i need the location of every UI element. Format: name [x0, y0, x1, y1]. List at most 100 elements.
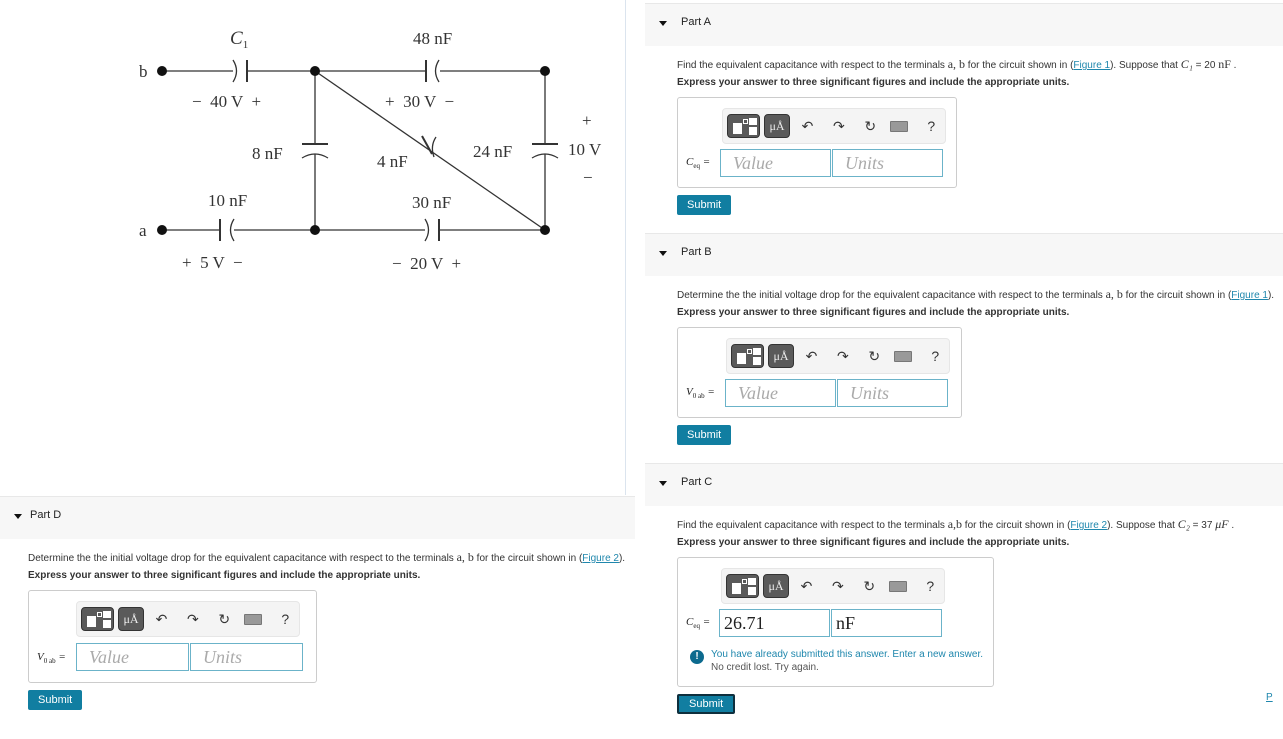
alert-icon: ! — [690, 650, 704, 664]
templates-button[interactable] — [731, 344, 765, 368]
redo-icon[interactable]: ↷ — [829, 348, 856, 365]
ceq-label: Ceq = — [686, 616, 711, 631]
c24-voltage: 10 V — [568, 140, 602, 159]
v0ab-label: V0 ab = — [37, 651, 66, 666]
figure-2-link[interactable]: Figure 2 — [582, 553, 619, 564]
redo-icon[interactable]: ↷ — [825, 118, 852, 135]
undo-icon[interactable]: ↶ — [793, 578, 820, 595]
part-a-header[interactable]: Part A — [645, 3, 1283, 46]
reset-icon[interactable]: ↻ — [857, 118, 884, 135]
c1-voltage: − 40 V + — [192, 92, 261, 111]
units-button[interactable]: μÅ — [763, 574, 789, 598]
ceq-label: Ceq = — [686, 156, 711, 171]
collapse-triangle-icon — [659, 481, 667, 486]
part-d-title: Part D — [30, 509, 62, 521]
value-input[interactable]: Value — [725, 379, 836, 407]
feedback-message: You have already submitted this answer. … — [711, 649, 984, 660]
value-input[interactable]: Value — [76, 643, 189, 671]
help-icon[interactable]: ? — [917, 578, 944, 594]
math-toolbar: μÅ ↶ ↷ ↻ ? — [722, 108, 946, 144]
units-button[interactable]: μÅ — [764, 114, 790, 138]
undo-icon[interactable]: ↶ — [148, 611, 175, 628]
part-b-instruction: Express your answer to three significant… — [677, 307, 1070, 318]
node — [310, 66, 320, 76]
keyboard-icon[interactable] — [893, 350, 912, 362]
c4-label: 4 nF — [377, 152, 408, 171]
value-input[interactable]: 26.71 — [719, 609, 830, 637]
math-toolbar: μÅ ↶ ↷ ↻ ? — [76, 601, 300, 637]
part-b-question: Determine the the initial voltage drop f… — [677, 287, 1275, 301]
node — [540, 225, 550, 235]
figure-1-link[interactable]: Figure 1 — [1231, 290, 1268, 301]
undo-icon[interactable]: ↶ — [798, 348, 825, 365]
part-c-question: Find the equivalent capacitance with res… — [677, 517, 1235, 531]
keyboard-icon[interactable] — [888, 580, 907, 592]
part-b-answer-box: μÅ ↶ ↷ ↻ ? V0 ab = Value Units — [677, 327, 962, 418]
c24-plus: + — [582, 111, 592, 130]
templates-button[interactable] — [81, 607, 115, 631]
part-b-title: Part B — [681, 246, 712, 258]
reset-icon[interactable]: ↻ — [861, 348, 888, 365]
reset-icon[interactable]: ↻ — [211, 611, 238, 628]
units-button[interactable]: μÅ — [768, 344, 794, 368]
math-toolbar: μÅ ↶ ↷ ↻ ? — [726, 338, 950, 374]
math-toolbar: μÅ ↶ ↷ ↻ ? — [721, 568, 945, 604]
part-a-instruction: Express your answer to three significant… — [677, 77, 1070, 88]
units-button[interactable]: μÅ — [118, 607, 144, 631]
collapse-triangle-icon — [659, 21, 667, 26]
terminal-b-label: b — [139, 62, 148, 81]
units-input[interactable]: Units — [832, 149, 943, 177]
c10-voltage: + 5 V − — [182, 253, 243, 272]
next-part-link[interactable]: P — [1266, 692, 1273, 703]
units-input[interactable]: nF — [831, 609, 942, 637]
reset-icon[interactable]: ↻ — [856, 578, 883, 595]
value-input[interactable]: Value — [720, 149, 831, 177]
terminal-a-node — [157, 225, 167, 235]
c1-label: C1 — [230, 28, 248, 51]
v0ab-label: V0 ab = — [686, 386, 715, 401]
c48-voltage: + 30 V − — [385, 92, 454, 111]
c10-label: 10 nF — [208, 191, 247, 210]
figure-2-link[interactable]: Figure 2 — [1070, 520, 1107, 531]
terminal-a-label: a — [139, 221, 147, 240]
c30-label: 30 nF — [412, 193, 451, 212]
keyboard-icon[interactable] — [243, 613, 262, 625]
terminal-b-node — [157, 66, 167, 76]
help-icon[interactable]: ? — [922, 348, 949, 364]
part-c-title: Part C — [681, 476, 713, 488]
c24-minus: − — [583, 168, 593, 187]
collapse-triangle-icon — [14, 514, 22, 519]
help-icon[interactable]: ? — [272, 611, 299, 627]
undo-icon[interactable]: ↶ — [794, 118, 821, 135]
collapse-triangle-icon — [659, 251, 667, 256]
help-icon[interactable]: ? — [918, 118, 945, 134]
part-c-instruction: Express your answer to three significant… — [677, 537, 1070, 548]
part-a-answer-box: μÅ ↶ ↷ ↻ ? Ceq = Value Units — [677, 97, 957, 188]
node — [540, 66, 550, 76]
templates-button[interactable] — [727, 114, 761, 138]
part-c-submit-button[interactable]: Submit — [677, 694, 736, 714]
part-a-title: Part A — [681, 16, 711, 28]
part-b-header[interactable]: Part B — [645, 233, 1283, 276]
redo-icon[interactable]: ↷ — [824, 578, 851, 595]
part-d-submit-button[interactable]: Submit — [28, 690, 83, 710]
units-input[interactable]: Units — [837, 379, 948, 407]
part-a-question: Find the equivalent capacitance with res… — [677, 57, 1237, 71]
part-d-header[interactable]: Part D — [0, 496, 635, 539]
part-d-answer-box: μÅ ↶ ↷ ↻ ? V0 ab = Value Units — [28, 590, 317, 683]
column-divider — [625, 0, 626, 495]
figure-1-link[interactable]: Figure 1 — [1073, 60, 1110, 71]
redo-icon[interactable]: ↷ — [179, 611, 206, 628]
node — [310, 225, 320, 235]
units-input[interactable]: Units — [190, 643, 303, 671]
c48-label: 48 nF — [413, 29, 452, 48]
part-c-answer-box: μÅ ↶ ↷ ↻ ? Ceq = 26.71 nF ! You have alr… — [677, 557, 994, 687]
feedback-subtext: No credit lost. Try again. — [711, 662, 819, 673]
part-c-header[interactable]: Part C — [645, 463, 1283, 506]
keyboard-icon[interactable] — [889, 120, 908, 132]
part-b-submit-button[interactable]: Submit — [677, 425, 732, 445]
part-d-instruction: Express your answer to three significant… — [28, 570, 421, 581]
circuit-figure: b a C1 − 40 V + 48 nF + 30 V − 8 nF 4 nF… — [139, 28, 602, 273]
part-a-submit-button[interactable]: Submit — [677, 195, 732, 215]
templates-button[interactable] — [726, 574, 760, 598]
